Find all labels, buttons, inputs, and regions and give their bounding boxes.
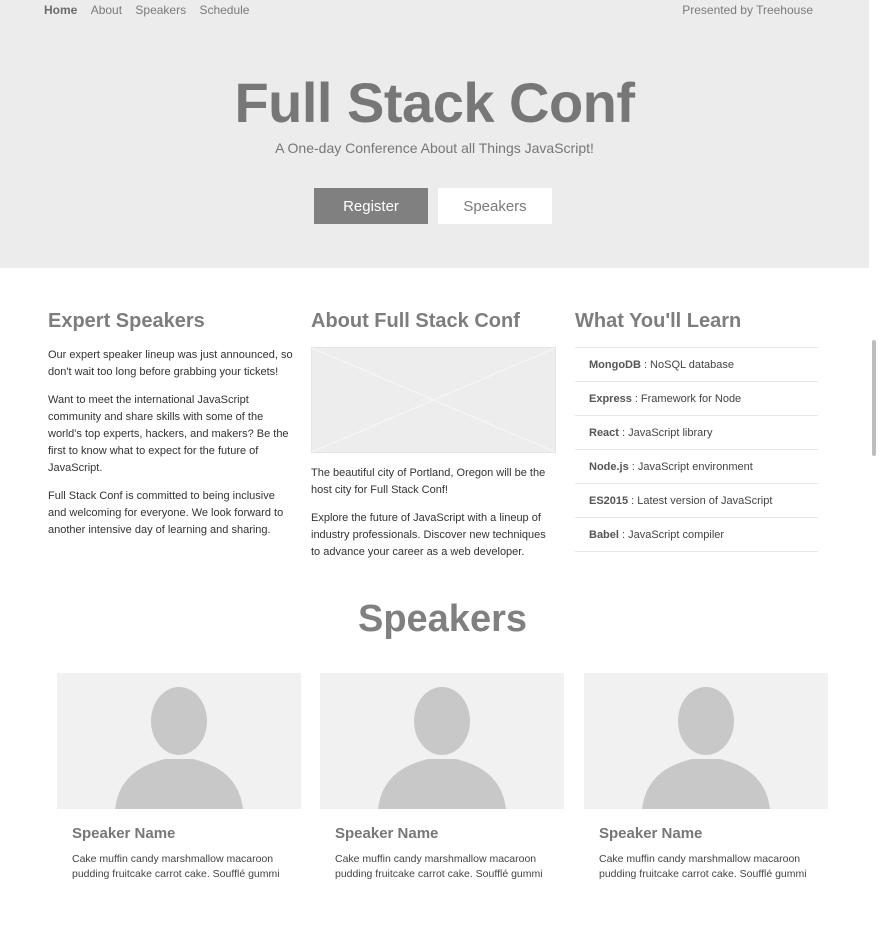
- scrollbar[interactable]: [872, 340, 876, 456]
- list-item: ES2015: Latest version of JavaScript: [575, 484, 818, 518]
- learn-desc: : Latest version of JavaScript: [631, 494, 773, 507]
- image-placeholder: [311, 347, 556, 453]
- learn-desc: : JavaScript library: [621, 426, 713, 439]
- learn-list: MongoDB: NoSQL database Express: Framewo…: [575, 347, 818, 552]
- learn-term: Node.js: [589, 460, 629, 473]
- about-heading: About Full Stack Conf: [311, 310, 520, 332]
- expert-paragraph: Full Stack Conf is committed to being in…: [48, 490, 284, 536]
- about-section: About Full Stack Conf The beautiful city…: [311, 310, 556, 572]
- learn-heading: What You'll Learn: [575, 310, 742, 332]
- speaker-bio: Cake muffin candy marshmallow macaroon p…: [72, 853, 280, 880]
- main-nav: Home About Speakers Schedule: [44, 3, 259, 17]
- list-item: React: JavaScript library: [575, 416, 818, 450]
- learn-term: React: [589, 426, 619, 439]
- page-title: Full Stack Conf: [234, 71, 635, 134]
- speaker-name: Speaker Name: [335, 825, 439, 842]
- speaker-card: Speaker Name Cake muffin candy marshmall…: [584, 673, 828, 882]
- list-item: MongoDB: NoSQL database: [575, 348, 818, 382]
- nav-home-link[interactable]: Home: [44, 3, 77, 17]
- person-silhouette-icon: [642, 687, 770, 809]
- person-silhouette-icon: [378, 687, 506, 809]
- person-silhouette-icon: [115, 687, 243, 809]
- hero-header: Home About Speakers Schedule Presented b…: [0, 0, 869, 268]
- speaker-card: Speaker Name Cake muffin candy marshmall…: [320, 673, 564, 882]
- learn-desc: : JavaScript environment: [631, 460, 753, 473]
- speakers-button[interactable]: Speakers: [438, 188, 552, 224]
- learn-desc: : NoSQL database: [643, 358, 735, 371]
- page: Home About Speakers Schedule Presented b…: [0, 0, 869, 935]
- nav-schedule-link[interactable]: Schedule: [199, 3, 249, 17]
- speaker-photo: [57, 673, 301, 809]
- speaker-photo: [584, 673, 828, 809]
- learn-term: Babel: [589, 528, 619, 541]
- speakers-heading: Speakers: [357, 598, 527, 640]
- list-item: Babel: JavaScript compiler: [575, 518, 818, 552]
- page-subtitle: A One-day Conference About all Things Ja…: [275, 140, 594, 156]
- expert-paragraph: Our expert speaker lineup was just annou…: [48, 349, 293, 378]
- about-paragraph: The beautiful city of Portland, Oregon w…: [311, 467, 546, 496]
- expert-speakers-heading: Expert Speakers: [48, 310, 205, 332]
- learn-section: What You'll Learn MongoDB: NoSQL databas…: [575, 310, 820, 552]
- learn-term: Express: [589, 392, 632, 405]
- learn-desc: : Framework for Node: [634, 392, 742, 405]
- register-button[interactable]: Register: [314, 188, 428, 224]
- about-paragraph: Explore the future of JavaScript with a …: [311, 512, 546, 558]
- nav-about-link[interactable]: About: [91, 3, 122, 17]
- speaker-bio: Cake muffin candy marshmallow macaroon p…: [335, 853, 543, 880]
- speaker-card: Speaker Name Cake muffin candy marshmall…: [57, 673, 301, 882]
- speaker-name: Speaker Name: [599, 825, 703, 842]
- speaker-name: Speaker Name: [72, 825, 176, 842]
- list-item: Express: Framework for Node: [575, 382, 818, 416]
- speaker-photo: [320, 673, 564, 809]
- expert-paragraph: Want to meet the international JavaScrip…: [48, 394, 289, 474]
- learn-term: MongoDB: [589, 358, 641, 371]
- expert-speakers-section: Expert Speakers Our expert speaker lineu…: [48, 310, 293, 550]
- learn-desc: : JavaScript compiler: [621, 528, 725, 541]
- speaker-bio: Cake muffin candy marshmallow macaroon p…: [599, 853, 807, 880]
- learn-term: ES2015: [589, 494, 629, 507]
- list-item: Node.js: JavaScript environment: [575, 450, 818, 484]
- nav-speakers-link[interactable]: Speakers: [135, 3, 186, 17]
- presented-by-text: Presented by Treehouse: [682, 3, 813, 17]
- placeholder-cross-icon: [311, 347, 556, 453]
